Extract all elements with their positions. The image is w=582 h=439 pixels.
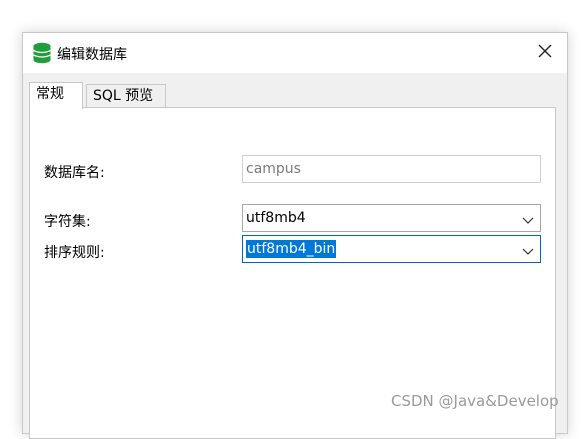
charset-value: utf8mb4	[246, 210, 306, 226]
db-name-value: campus	[246, 161, 301, 177]
db-name-field[interactable]: campus	[242, 155, 541, 183]
watermark: CSDN @Java&Develop	[391, 392, 559, 410]
close-button[interactable]	[523, 33, 567, 73]
tab-sql-preview[interactable]: SQL 预览	[86, 84, 166, 108]
collation-label: 排序规则:	[44, 245, 105, 261]
chevron-down-icon[interactable]	[522, 244, 534, 255]
collation-value: utf8mb4_bin	[246, 240, 337, 258]
db-name-label: 数据库名:	[44, 165, 105, 181]
collation-select[interactable]: utf8mb4_bin	[242, 235, 541, 263]
general-panel: 数据库名: campus 字符集: utf8mb4 排序规则: utf8mb4_…	[29, 107, 556, 439]
chevron-down-icon[interactable]	[522, 213, 534, 224]
charset-select[interactable]: utf8mb4	[242, 204, 541, 232]
database-icon	[32, 42, 52, 64]
close-icon[interactable]	[538, 44, 552, 62]
dialog-title: 编辑数据库	[57, 47, 127, 63]
edit-database-dialog: 编辑数据库 常规 SQL 预览 数据库名: campus 字符集: utf8mb…	[22, 32, 568, 439]
title-bar: 编辑数据库	[23, 33, 567, 73]
tab-general[interactable]: 常规	[29, 82, 83, 109]
charset-label: 字符集:	[44, 214, 91, 230]
